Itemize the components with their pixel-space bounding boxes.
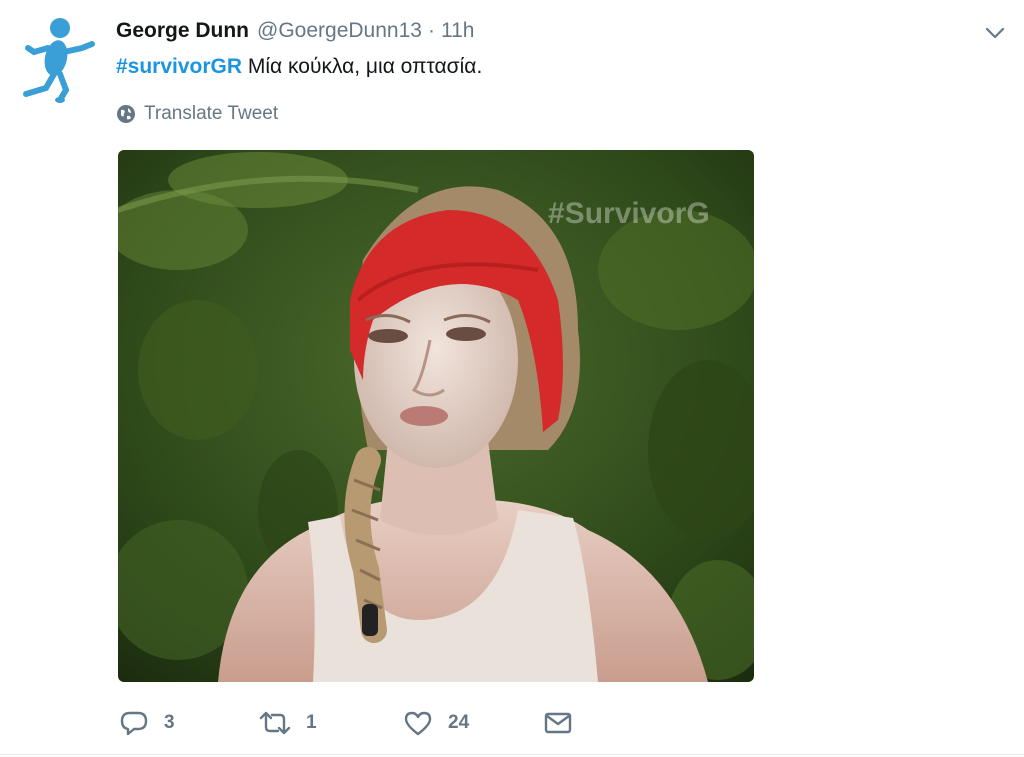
retweet-button[interactable]: 1 bbox=[258, 704, 317, 742]
like-button[interactable]: 24 bbox=[402, 704, 469, 742]
translate-tweet-link[interactable]: Translate Tweet bbox=[116, 101, 278, 127]
retweet-count: 1 bbox=[306, 712, 317, 733]
tweet-card: George Dunn @GoergeDunn13 · 11h #survivo… bbox=[0, 0, 1024, 757]
media-image: #SurvivorG bbox=[118, 150, 754, 682]
stick-figure-icon bbox=[23, 18, 95, 103]
heart-icon bbox=[404, 711, 432, 736]
like-count: 24 bbox=[448, 712, 470, 733]
separator: · bbox=[427, 19, 435, 42]
tweet-header: George Dunn @GoergeDunn13 · 11h bbox=[116, 14, 474, 48]
globe-icon bbox=[117, 105, 135, 123]
timestamp[interactable]: 11h bbox=[441, 19, 474, 43]
hashtag-link[interactable]: #survivorGR bbox=[116, 55, 242, 78]
more-options-button[interactable] bbox=[982, 20, 1008, 46]
author-name[interactable]: George Dunn bbox=[116, 19, 249, 43]
tweet-body: Μία κούκλα, μια οπτασία. bbox=[242, 55, 483, 78]
author-handle[interactable]: @GoergeDunn13 bbox=[257, 19, 422, 43]
envelope-icon bbox=[544, 712, 572, 734]
reply-count: 3 bbox=[164, 712, 175, 733]
direct-message-button[interactable] bbox=[542, 704, 574, 742]
translate-label: Translate Tweet bbox=[144, 103, 279, 124]
media-watermark: #SurvivorG bbox=[548, 197, 710, 230]
tweet-text: #survivorGR Μία κούκλα, μια οπτασία. bbox=[116, 52, 482, 82]
avatar[interactable] bbox=[20, 14, 102, 106]
reply-button[interactable]: 3 bbox=[118, 704, 175, 742]
retweet-icon bbox=[259, 711, 291, 735]
tweet-media[interactable]: #SurvivorG bbox=[118, 150, 754, 682]
chevron-down-icon bbox=[985, 27, 1005, 39]
tweet-actions: 3 1 24 bbox=[118, 704, 618, 742]
divider bbox=[0, 754, 1024, 755]
reply-icon bbox=[120, 711, 148, 736]
